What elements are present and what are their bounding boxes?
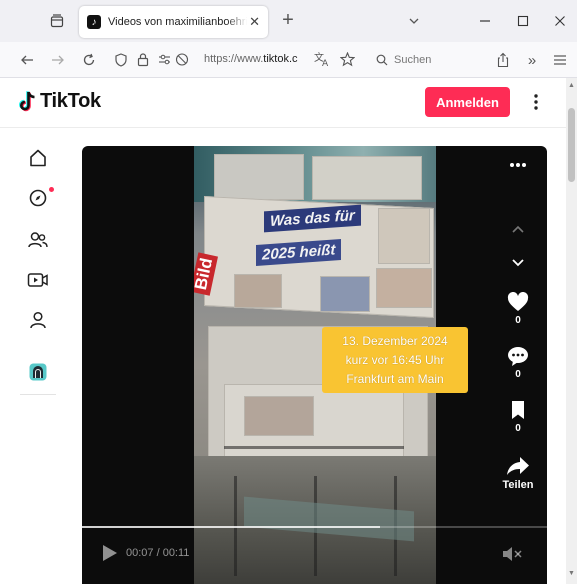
caption-line-1: 13. Dezember 2024: [342, 333, 448, 348]
search-icon: [376, 54, 388, 66]
scroll-up-icon[interactable]: ▲: [568, 82, 575, 89]
star-icon[interactable]: [339, 51, 356, 72]
close-window-icon[interactable]: [549, 10, 571, 32]
chevron-down-icon[interactable]: [404, 11, 424, 31]
save-count: 0: [515, 423, 521, 434]
tiktok-note-icon: [19, 90, 35, 111]
share-icon[interactable]: [492, 49, 514, 71]
video-progress-bar[interactable]: [82, 526, 547, 528]
shield-icon[interactable]: [114, 53, 128, 72]
search-placeholder: Suchen: [394, 54, 432, 66]
minimize-icon[interactable]: [474, 10, 496, 32]
previous-video-icon[interactable]: [494, 224, 542, 234]
next-video-icon[interactable]: [494, 258, 542, 268]
translate-icon[interactable]: 文A: [314, 51, 330, 72]
newspaper-photo-3: [376, 268, 432, 308]
bookmark-icon: [512, 401, 524, 419]
following-icon[interactable]: [26, 228, 50, 252]
new-tab-button[interactable]: +: [277, 9, 299, 31]
overflow-icon[interactable]: »: [521, 49, 543, 71]
reload-icon[interactable]: [78, 49, 100, 71]
search-box[interactable]: Suchen: [368, 46, 478, 74]
more-icon[interactable]: [494, 162, 542, 168]
newspaper-lower-photo: [244, 396, 314, 436]
svg-text:A: A: [322, 59, 329, 67]
explore-icon[interactable]: [26, 186, 54, 210]
tiktok-sidebar: [0, 128, 66, 584]
more-options-icon[interactable]: [526, 90, 546, 114]
home-icon[interactable]: [26, 146, 50, 170]
scrollbar-thumb[interactable]: [568, 108, 575, 182]
live-icon[interactable]: [26, 268, 50, 292]
caption-line-2: kurz vor 16:45 Uhr: [345, 352, 445, 367]
tiktok-icon: ♪: [87, 15, 101, 29]
profile-icon[interactable]: [26, 308, 50, 332]
mute-icon[interactable]: [502, 545, 522, 563]
like-button[interactable]: 0: [494, 292, 542, 326]
rack-bar-1: [224, 446, 404, 449]
page-scrollbar[interactable]: ▲ ▼: [566, 78, 577, 584]
notification-dot: [49, 187, 54, 192]
like-count: 0: [515, 315, 521, 326]
tiktok-header: TikTok Anmelden: [0, 78, 566, 128]
avatar-icon[interactable]: [26, 360, 50, 384]
video-player[interactable]: Was das für 2025 heißt Bild 13. Dezember…: [82, 146, 547, 584]
browser-tab-strip: ♪ Videos von maximilianboehring ✕ +: [0, 0, 577, 42]
comment-count: 0: [515, 369, 521, 380]
tiktok-page: TikTok Anmelden Was das für 2025 heißt B…: [0, 78, 577, 584]
tab-title: Videos von maximilianboehring: [108, 16, 248, 28]
share-label: Teilen: [502, 479, 534, 491]
video-caption: 13. Dezember 2024 kurz vor 16:45 Uhr Fra…: [322, 327, 468, 393]
navigation-toolbar: https://www.tiktok.c 文A Suchen »: [0, 42, 577, 78]
sidebar-divider: [20, 394, 56, 395]
back-icon[interactable]: [16, 49, 38, 71]
tiktok-logo-text: TikTok: [40, 90, 101, 112]
heart-icon: [507, 292, 529, 311]
tab-list-icon[interactable]: [46, 10, 68, 32]
video-progress-fill: [82, 526, 380, 528]
url-bar[interactable]: https://www.tiktok.c 文A: [108, 46, 364, 74]
active-tab[interactable]: ♪ Videos von maximilianboehring ✕: [79, 6, 268, 38]
newspaper-photo-2: [320, 276, 370, 312]
share-arrow-icon: [507, 457, 529, 475]
lock-icon[interactable]: [136, 52, 150, 72]
forward-icon[interactable]: [47, 49, 69, 71]
scroll-down-icon[interactable]: ▼: [568, 570, 575, 577]
comment-icon: [508, 347, 528, 366]
newspaper-top-left: [214, 154, 304, 200]
maximize-icon[interactable]: [512, 10, 534, 32]
video-time: 00:07 / 00:11: [126, 547, 190, 559]
login-button[interactable]: Anmelden: [425, 87, 510, 117]
newspaper-top-right: [312, 156, 422, 200]
save-button[interactable]: 0: [494, 400, 542, 434]
video-controls: 00:07 / 00:11: [82, 534, 547, 574]
caption-line-3: Frankfurt am Main: [346, 371, 444, 386]
url-text: https://www.tiktok.c: [204, 53, 298, 65]
newspaper-photo-1: [234, 274, 282, 308]
newspaper-right: [378, 208, 430, 264]
play-icon[interactable]: [102, 544, 118, 562]
permissions-icon[interactable]: [158, 52, 192, 72]
menu-icon[interactable]: [549, 49, 571, 71]
share-button[interactable]: Teilen: [494, 456, 542, 491]
close-tab-icon[interactable]: ✕: [249, 14, 260, 30]
video-actions: 0 0 0 Teilen: [494, 146, 542, 584]
tiktok-logo[interactable]: TikTok: [19, 90, 101, 113]
comment-button[interactable]: 0: [494, 346, 542, 380]
